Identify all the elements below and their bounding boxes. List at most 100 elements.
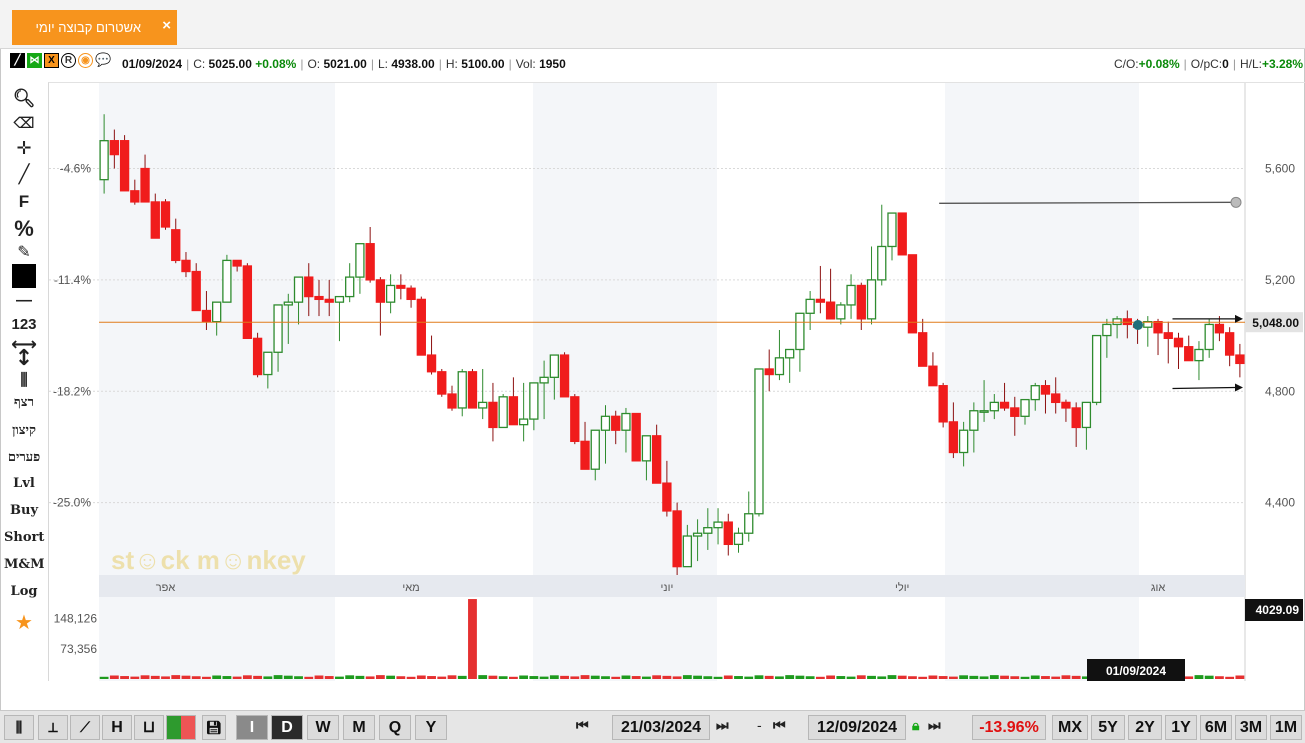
candle-body <box>887 212 897 248</box>
star-icon[interactable]: ★ <box>4 610 44 634</box>
period-daily[interactable]: D <box>271 715 303 740</box>
period-weekly[interactable]: W <box>307 715 339 740</box>
comment-icon[interactable]: 💬 <box>95 53 111 68</box>
end-forward-icon[interactable]: ⏭ <box>928 717 941 734</box>
bar-type-button[interactable]: ⊔ <box>134 715 164 740</box>
registered-icon[interactable]: R <box>61 53 76 68</box>
start-forward-icon[interactable]: ⏭ <box>716 717 729 734</box>
range-3m[interactable]: 3M <box>1235 715 1267 740</box>
period-monthly[interactable]: M <box>343 715 375 740</box>
candle-body <box>140 167 150 203</box>
extreme-tool[interactable]: קיצון <box>4 422 44 438</box>
target-icon[interactable]: ◉ <box>78 53 93 68</box>
period-intraday[interactable]: I <box>236 715 268 740</box>
candle-body <box>498 396 508 429</box>
range-6m[interactable]: 6M <box>1200 715 1232 740</box>
candle-body <box>1235 354 1245 365</box>
short-tool[interactable]: Short <box>4 530 44 545</box>
streak-tool[interactable]: רצף <box>4 394 44 410</box>
mm-tool[interactable]: M&M <box>4 557 45 572</box>
price-tick-label: 4,400 <box>1265 496 1295 510</box>
volume-bar <box>775 676 784 679</box>
fibonacci-tool[interactable]: F <box>4 192 44 212</box>
eraser-icon[interactable]: ⌫ <box>4 114 44 132</box>
range-2y[interactable]: 2Y <box>1128 715 1162 740</box>
volume-bar <box>744 676 754 679</box>
month-label: אוג <box>1151 582 1166 594</box>
range-mx[interactable]: MX <box>1052 715 1088 740</box>
candle-body <box>651 435 662 484</box>
candles-icon[interactable]: ⫼ <box>4 370 44 390</box>
color-swatch[interactable] <box>12 264 36 288</box>
percent-tool[interactable]: % <box>4 216 44 242</box>
candle-body <box>692 532 703 537</box>
heikin-ashi-button[interactable]: H <box>102 715 132 740</box>
gaps-tool[interactable]: פערים <box>4 449 44 465</box>
candle-body <box>375 279 386 303</box>
candlestick-type-button[interactable]: ⫼ <box>4 715 34 740</box>
co-value: +0.08% <box>1138 57 1180 71</box>
chart-area[interactable]: -4.6% -11.4% -18.2% -25.0% 5,600 5,200 4,800 4… <box>48 82 1305 681</box>
start-date-field[interactable]: 21/03/2024 <box>612 715 710 740</box>
volume-bar <box>938 676 948 679</box>
candle-body <box>733 532 744 546</box>
candle-body <box>1081 401 1092 429</box>
price-tick-label: 5,600 <box>1265 162 1295 176</box>
candle-body <box>467 371 478 409</box>
vol-value: 1950 <box>539 57 566 71</box>
watermark: st☺ck m☺nkey <box>111 545 306 575</box>
volume-bar <box>1071 675 1081 679</box>
range-5y[interactable]: 5Y <box>1091 715 1125 740</box>
edit-icon[interactable]: ✎ <box>4 242 44 261</box>
line-type-button[interactable]: ⟋ <box>70 715 100 740</box>
volume-bar <box>1215 676 1224 679</box>
crosshair-icon[interactable]: ✛ <box>4 138 44 159</box>
start-back-icon[interactable]: ⏮ <box>576 717 589 734</box>
period-yearly[interactable]: Y <box>415 715 447 740</box>
chart-tab[interactable]: אשטרום קבוצה יומי × <box>12 10 177 45</box>
vertical-measure-icon[interactable]: ↕ <box>4 346 44 371</box>
candle-body <box>641 435 652 462</box>
lvl-tool[interactable]: Lvl <box>4 476 44 491</box>
draw-line-icon[interactable]: ╱ <box>10 53 25 68</box>
close-icon[interactable]: × <box>162 17 171 34</box>
candle-body <box>160 201 171 228</box>
period-quarterly[interactable]: Q <box>379 715 411 740</box>
change-value: +0.08% <box>255 57 297 71</box>
end-back-icon[interactable]: ⏮ <box>773 717 786 734</box>
excel-icon[interactable]: X <box>44 53 59 68</box>
ratio-values: C/O:+0.08% | O/pC:0 | H/L:+3.28% <box>1113 57 1303 71</box>
candle-body <box>447 393 457 409</box>
ohlc-type-button[interactable]: ⟂ <box>38 715 68 740</box>
log-tool[interactable]: Log <box>4 584 44 599</box>
end-date-field[interactable]: 12/09/2024 <box>808 715 906 740</box>
candle-body <box>426 354 437 373</box>
volume-bar <box>406 676 416 679</box>
line-width-tool[interactable]: — <box>4 292 44 310</box>
search-icon[interactable]: 🔍︎ <box>4 88 44 109</box>
price-chart[interactable]: -4.6% -11.4% -18.2% -25.0% 5,600 5,200 4,800 4… <box>49 83 1305 681</box>
candle-body <box>1122 318 1132 326</box>
volume-bar <box>795 675 805 679</box>
candle-body <box>293 276 304 303</box>
range-1m[interactable]: 1M <box>1270 715 1302 740</box>
buy-tool[interactable]: Buy <box>4 503 44 518</box>
lock-icon[interactable]: 🔒︎ <box>912 717 919 734</box>
volume-bar <box>457 675 467 679</box>
volume-bar <box>1235 675 1245 679</box>
volume-bar <box>539 676 549 679</box>
numbers-tool[interactable]: 123 <box>4 316 44 333</box>
volume-bar <box>918 676 928 679</box>
percent-tick-label: -4.6% <box>60 162 92 176</box>
share-icon[interactable]: ⋈ <box>27 53 42 68</box>
percent-axis: -4.6% -11.4% -18.2% -25.0% <box>53 162 91 510</box>
range-1y[interactable]: 1Y <box>1165 715 1197 740</box>
volume-bar <box>764 675 774 679</box>
candle-body <box>631 412 641 462</box>
save-icon[interactable]: 💾︎ <box>202 715 226 740</box>
color-type-button[interactable] <box>166 715 196 740</box>
line-tool-icon[interactable]: ╱ <box>4 164 44 185</box>
candle-body <box>969 410 979 431</box>
candle-body <box>1163 332 1173 340</box>
volume-bar <box>222 676 232 679</box>
